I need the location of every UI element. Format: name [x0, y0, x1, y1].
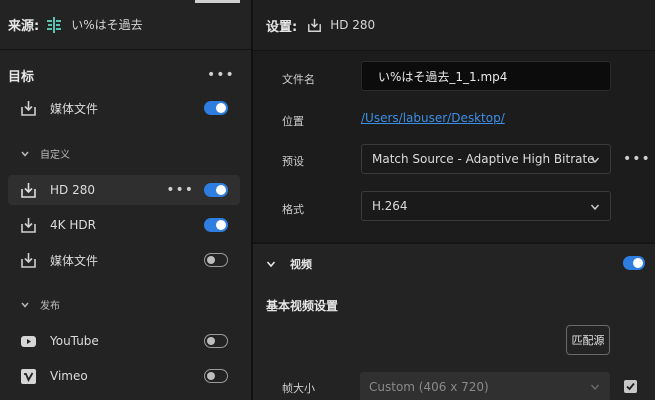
targets-title: 目标 — [8, 70, 35, 85]
target-4k-hdr[interactable]: 4K HDR — [8, 210, 240, 240]
export-icon — [21, 253, 36, 268]
target-toggle[interactable] — [204, 253, 228, 267]
location-link[interactable]: /Users/labuser/Desktop/ — [361, 111, 505, 125]
source-name: い%はそ過去 — [71, 18, 143, 32]
publish-group-header[interactable]: 发布 — [20, 297, 60, 312]
target-label: 媒体文件 — [50, 253, 99, 268]
target-label: Vimeo — [50, 369, 88, 383]
target-label: 媒体文件 — [50, 101, 99, 116]
preset-label: 预设 — [282, 155, 304, 168]
preset-select[interactable]: Match Source - Adaptive High Bitrate — [361, 144, 611, 174]
video-toggle[interactable] — [623, 256, 645, 270]
publish-group-label: 发布 — [40, 301, 60, 312]
frame-size-label: 帧大小 — [282, 382, 315, 395]
frame-size-value: Custom (406 x 720) — [369, 380, 489, 394]
target-vimeo[interactable]: Vimeo — [8, 361, 240, 391]
source-label: 来源: — [8, 19, 40, 34]
export-icon — [21, 183, 36, 198]
preset-more-icon[interactable]: ••• — [623, 152, 651, 166]
video-section-header[interactable]: 视频 — [266, 256, 312, 272]
filename-value: い%はそ過去_1_1.mp4 — [378, 69, 508, 84]
format-value: H.264 — [372, 199, 408, 213]
export-icon — [21, 218, 36, 233]
frame-size-checkbox[interactable] — [624, 380, 637, 393]
target-hd-280[interactable]: HD 280 ••• — [8, 175, 240, 205]
output-settings: 文件名 い%はそ過去_1_1.mp4 位置 /Users/labuser/Des… — [253, 50, 655, 242]
filename-label: 文件名 — [282, 73, 315, 86]
settings-header: 设置: HD 280 — [253, 0, 655, 50]
target-toggle[interactable] — [204, 101, 228, 115]
target-media-file-2[interactable]: 媒体文件 — [8, 245, 240, 275]
video-section-label: 视频 — [290, 258, 312, 271]
chevron-down-icon — [590, 204, 600, 211]
target-label: YouTube — [50, 334, 99, 348]
vimeo-icon — [21, 369, 36, 384]
source-bar: 来源: い%はそ過去 — [0, 0, 251, 50]
target-toggle[interactable] — [204, 183, 228, 197]
youtube-icon — [21, 336, 36, 347]
target-toggle[interactable] — [204, 218, 228, 232]
preset-value: Match Source - Adaptive High Bitrate — [372, 152, 595, 166]
targets-panel: 来源: い%はそ過去 目标 ••• 媒体文件 自定义 HD 280 ••• 4K… — [0, 0, 251, 400]
basic-video-settings-title: 基本视频设置 — [266, 299, 339, 313]
targets-more-icon[interactable]: ••• — [207, 68, 235, 82]
chevron-down-icon — [21, 302, 29, 308]
settings-panel: 设置: HD 280 文件名 い%はそ過去_1_1.mp4 位置 /Users/… — [253, 0, 655, 400]
target-label: 4K HDR — [50, 218, 96, 232]
chevron-down-icon — [21, 151, 29, 157]
format-select[interactable]: H.264 — [361, 191, 611, 221]
sequence-icon — [47, 16, 62, 33]
target-toggle[interactable] — [204, 369, 228, 383]
checkmark-icon — [626, 382, 635, 391]
settings-label: 设置: — [266, 19, 298, 35]
match-source-button[interactable]: 匹配源 — [566, 325, 610, 355]
export-icon — [308, 18, 322, 32]
video-section: 视频 基本视频设置 匹配源 帧大小 Custom (406 x 720) — [253, 244, 655, 400]
target-label: HD 280 — [50, 183, 95, 197]
match-source-label: 匹配源 — [571, 334, 605, 347]
custom-group-label: 自定义 — [40, 150, 70, 161]
chevron-down-icon — [590, 384, 600, 391]
target-more-icon[interactable]: ••• — [166, 183, 194, 197]
preset-name: HD 280 — [330, 18, 376, 32]
frame-size-select[interactable]: Custom (406 x 720) — [360, 372, 610, 400]
custom-group-header[interactable]: 自定义 — [20, 146, 70, 161]
location-label: 位置 — [282, 115, 304, 128]
filename-input[interactable]: い%はそ過去_1_1.mp4 — [361, 61, 611, 91]
target-toggle[interactable] — [204, 334, 228, 348]
target-media-file[interactable]: 媒体文件 — [8, 93, 240, 123]
export-icon — [21, 101, 36, 116]
chevron-down-icon — [590, 157, 600, 164]
format-label: 格式 — [282, 203, 304, 216]
chevron-down-icon — [266, 261, 276, 268]
target-youtube[interactable]: YouTube — [8, 326, 240, 356]
